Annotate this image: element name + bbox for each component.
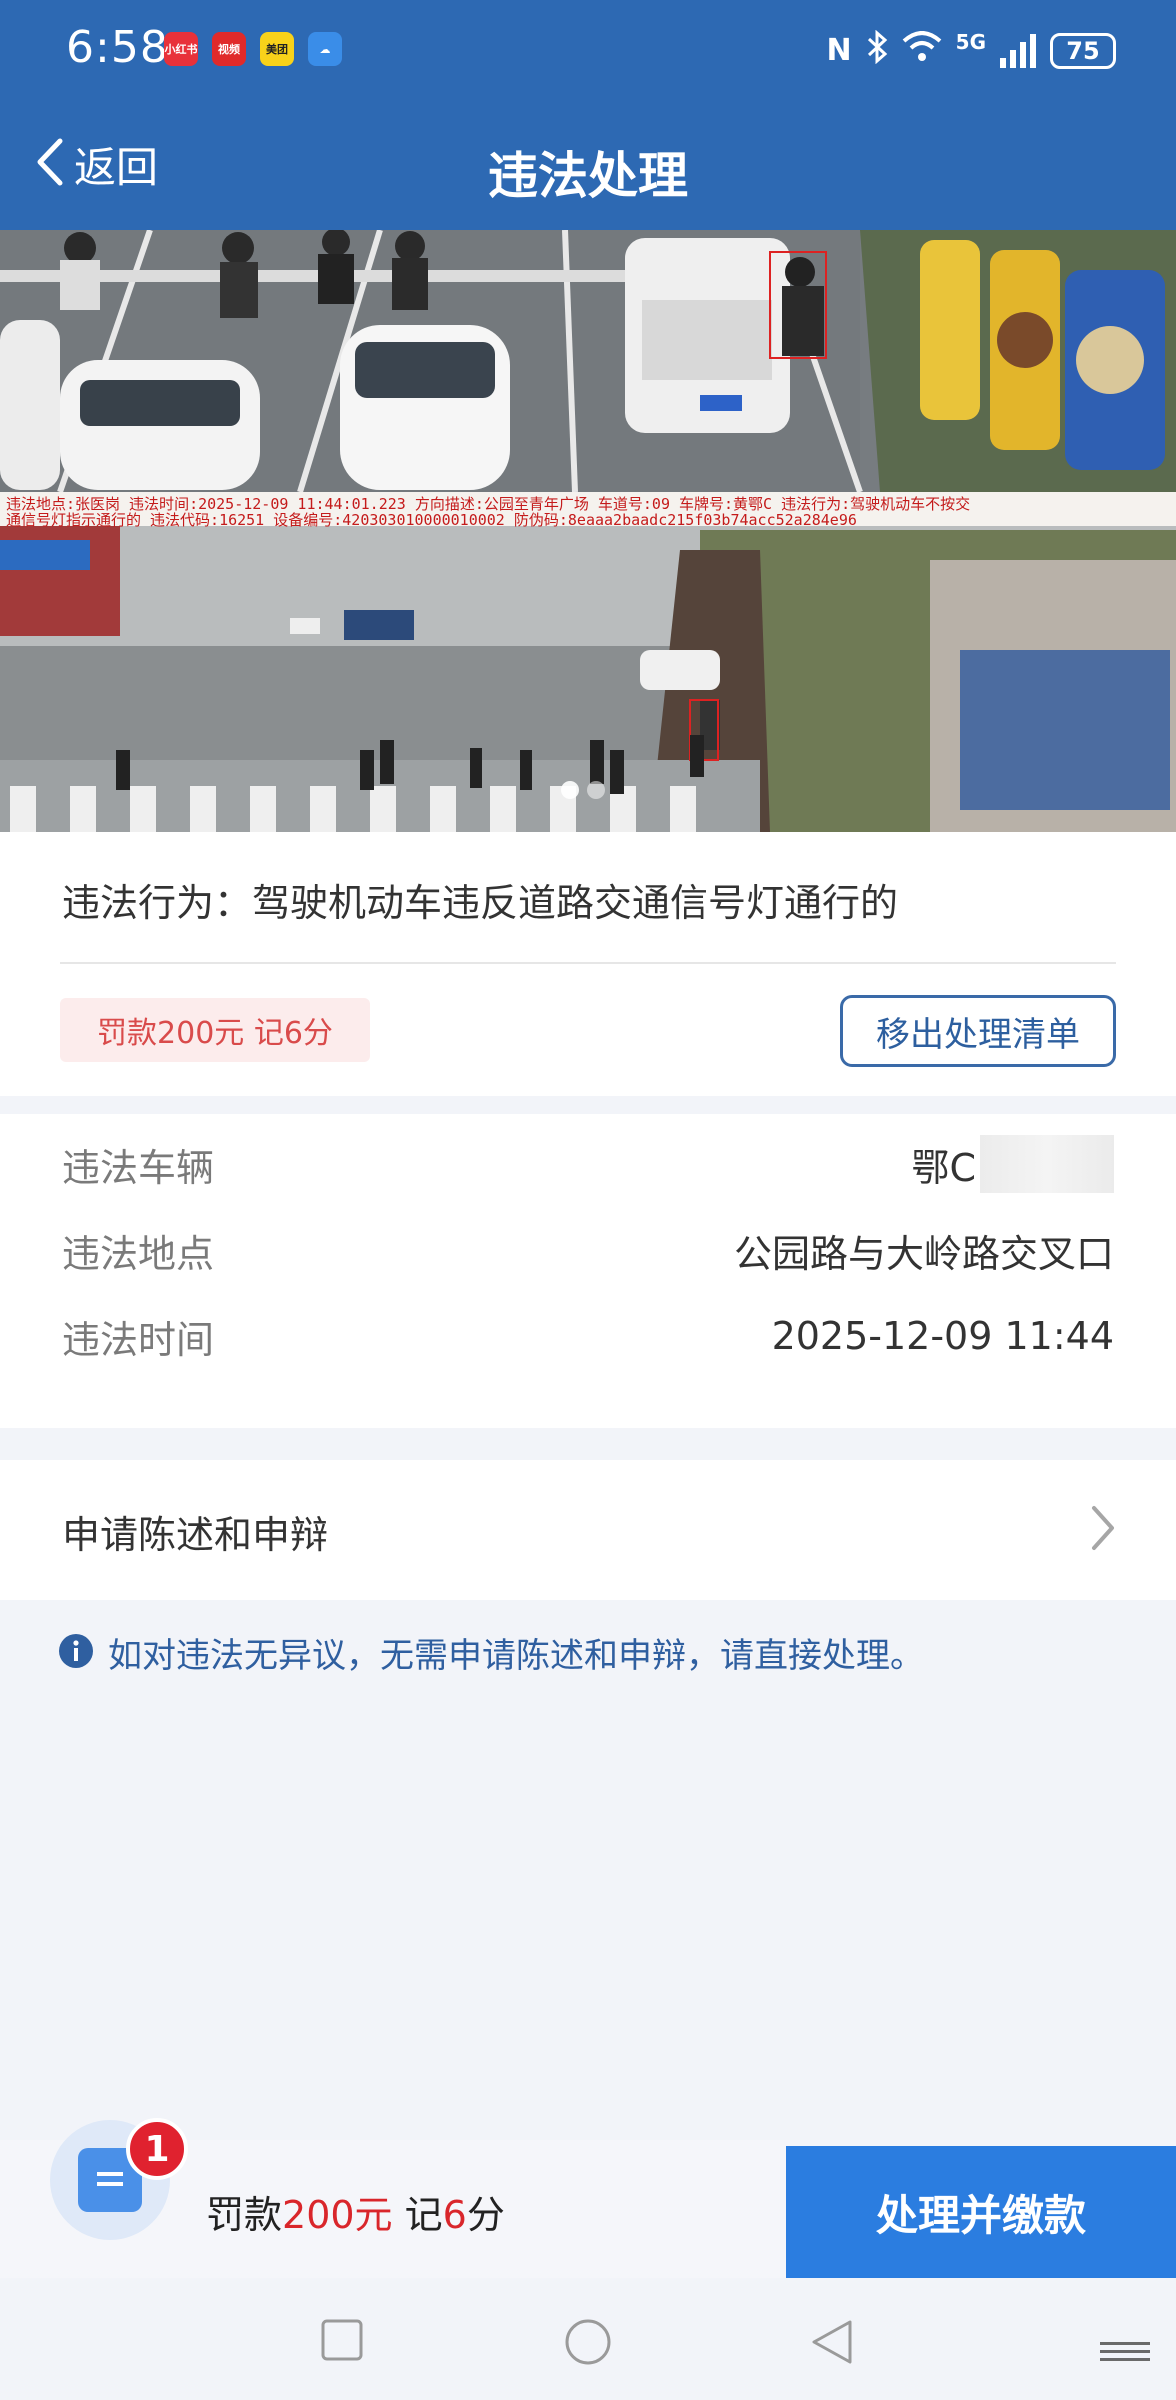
notice-text: 如对违法无异议，无需申请陈述和申辩，请直接处理。 [108,1636,924,1676]
summary-prefix: 罚款 [206,2193,283,2237]
violation-behavior: 违法行为：驾驶机动车违反道路交通信号灯通行的 [62,881,899,925]
system-nav-bar [0,2278,1176,2400]
summary-points-label: 记 [392,2193,443,2237]
menu-lines-icon[interactable] [1100,2340,1150,2368]
notification-icons: 小红书 视频 美团 ☁ [164,32,342,66]
detail-value: 2025-12-09 11:44 [771,1314,1114,1358]
violation-details-card: 违法车辆 鄂C 违法地点 公园路与大岭路交叉口 违法时间 2025-12-09 … [0,1114,1176,1428]
status-time: 6:58 [66,22,169,73]
recent-apps-icon[interactable] [320,2318,364,2366]
appeal-label: 申请陈述和申辩 [62,1513,329,1557]
signal-icon [1000,33,1036,68]
detail-row-time: 违法时间 2025-12-09 11:44 [62,1306,1114,1366]
news-app-icon: 小红书 [164,32,198,66]
bluetooth-icon [866,29,888,71]
status-bar: 6:58 小红书 视频 美团 ☁ N 5G 75 [0,0,1176,100]
detail-label: 违法时间 [62,1317,215,1362]
info-icon [58,1633,94,1673]
network-label: 5G [955,30,986,54]
nfc-icon: N [826,33,852,68]
meituan-app-icon: 美团 [260,32,294,66]
violation-card: 违法行为：驾驶机动车违反道路交通信号灯通行的 罚款200元 记6分 移出处理清单 [0,832,1176,1096]
battery-icon: 75 [1050,32,1116,69]
traffic-camera-image [0,230,1176,832]
detail-value-wrap: 鄂C [911,1135,1114,1193]
wifi-icon [902,31,942,70]
appeal-row[interactable]: 申请陈述和申辩 [0,1460,1176,1600]
process-and-pay-button[interactable]: 处理并缴款 [786,2146,1176,2278]
pending-count-badge: 1 [126,2118,188,2180]
fine-tag: 罚款200元 记6分 [60,998,370,1062]
weather-app-icon: ☁ [308,32,342,66]
detail-row-location: 违法地点 公园路与大岭路交叉口 [62,1220,1114,1280]
top-bar: 6:58 小红书 视频 美团 ☁ N 5G 75 返回 违法处理 [0,0,1176,230]
detail-value: 公园路与大岭路交叉口 [733,1231,1114,1276]
home-icon[interactable] [564,2318,612,2370]
summary-points-unit: 分 [466,2193,505,2237]
page-title: 违法处理 [488,147,688,205]
camera-info-strip: 违法地点:张医岗 违法时间:2025-12-09 11:44:01.223 方向… [0,492,1176,529]
info-notice: 如对违法无异议，无需申请陈述和申辩，请直接处理。 [58,1628,924,1677]
divider [60,962,1116,964]
nav-bar: 返回 违法处理 [0,120,1176,212]
camera-info-line-2: 通信号灯指示通行的 违法代码:16251 设备编号:42030301000001… [6,511,857,529]
summary-amount: 200元 [282,2193,393,2237]
back-nav-icon[interactable] [810,2318,854,2370]
detail-row-vehicle: 违法车辆 鄂C [62,1134,1114,1194]
detail-label: 违法地点 [62,1231,215,1276]
chevron-right-icon [1090,1504,1116,1556]
status-indicators: N 5G 75 [826,29,1116,71]
fine-summary: 罚款200元 记6分 [206,2184,505,2239]
detail-label: 违法车辆 [62,1145,215,1190]
evidence-photo[interactable]: 违法地点:张医岗 违法时间:2025-12-09 11:44:01.223 方向… [0,230,1176,832]
plate-mask [980,1135,1114,1193]
remove-from-list-button[interactable]: 移出处理清单 [840,995,1116,1067]
detail-value: 鄂C [911,1145,976,1190]
video-app-icon: 视频 [212,32,246,66]
summary-points: 6 [442,2193,467,2237]
